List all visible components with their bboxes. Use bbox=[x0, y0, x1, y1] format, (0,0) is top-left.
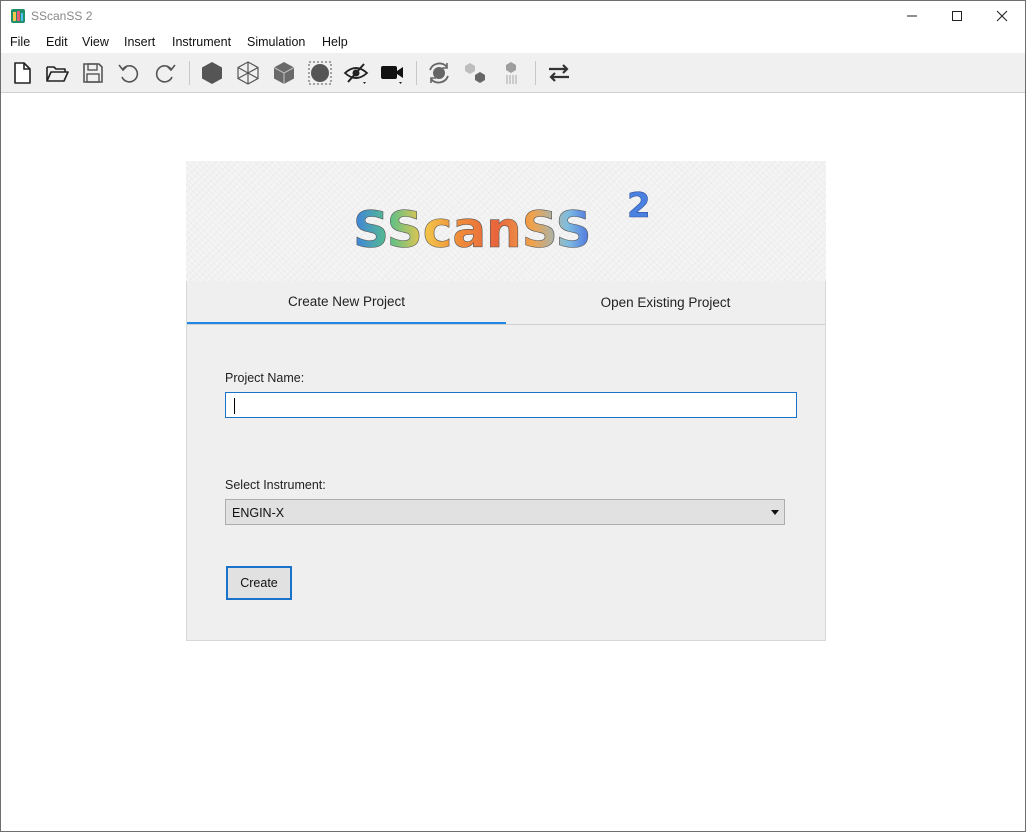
swap-button[interactable] bbox=[545, 59, 573, 87]
toolbar-separator bbox=[416, 61, 417, 85]
menu-instrument[interactable]: Instrument bbox=[172, 35, 231, 49]
save-icon bbox=[83, 63, 103, 83]
instrument-selected-value: ENGIN-X bbox=[232, 506, 285, 520]
chevron-down-icon bbox=[771, 510, 779, 515]
wireframe-render-icon bbox=[237, 61, 259, 85]
boundary-icon bbox=[308, 61, 332, 85]
transparent-render-button[interactable] bbox=[270, 59, 298, 87]
sscanss-logo: SScanSS 2 bbox=[353, 186, 651, 259]
menu-view[interactable]: View bbox=[82, 35, 109, 49]
maximize-button[interactable] bbox=[934, 1, 980, 31]
close-button[interactable] bbox=[979, 1, 1025, 31]
svg-text:2: 2 bbox=[627, 186, 651, 226]
camera-icon bbox=[381, 66, 403, 84]
save-project-button[interactable] bbox=[79, 59, 107, 87]
camera-button[interactable] bbox=[378, 59, 406, 87]
text-cursor bbox=[234, 398, 235, 414]
undo-icon bbox=[118, 64, 139, 83]
menu-insert[interactable]: Insert bbox=[124, 35, 155, 49]
create-button[interactable]: Create bbox=[226, 566, 292, 600]
align-points-button[interactable] bbox=[461, 59, 489, 87]
project-tabs: Create New Project Open Existing Project bbox=[186, 281, 826, 325]
instrument-select[interactable]: ENGIN-X bbox=[225, 499, 785, 525]
minimize-button[interactable] bbox=[889, 1, 935, 31]
bounding-box-button[interactable] bbox=[306, 59, 334, 87]
open-project-button[interactable] bbox=[43, 59, 71, 87]
close-icon bbox=[996, 10, 1008, 22]
undo-button[interactable] bbox=[115, 59, 143, 87]
transparent-render-icon bbox=[273, 62, 295, 84]
main-window: SScanSS 2 File Edit View Insert Instrume… bbox=[0, 0, 1026, 832]
toggle-visibility-button[interactable] bbox=[342, 59, 370, 87]
solid-render-icon bbox=[202, 62, 222, 84]
menu-help[interactable]: Help bbox=[322, 35, 348, 49]
vectors-icon bbox=[506, 62, 517, 84]
toolbar-separator bbox=[535, 61, 536, 85]
select-instrument-label: Select Instrument: bbox=[225, 478, 326, 492]
toolbar-separator bbox=[189, 61, 190, 85]
tab-open-existing-project[interactable]: Open Existing Project bbox=[506, 281, 825, 324]
menu-bar: File Edit View Insert Instrument Simulat… bbox=[1, 32, 1025, 53]
new-file-icon bbox=[14, 62, 31, 84]
vectors-button[interactable] bbox=[497, 59, 525, 87]
rotate-sample-icon bbox=[429, 62, 449, 84]
menu-file[interactable]: File bbox=[10, 35, 30, 49]
toolbar bbox=[1, 53, 1025, 93]
menu-simulation[interactable]: Simulation bbox=[247, 35, 305, 49]
maximize-icon bbox=[952, 11, 962, 21]
welcome-banner: SScanSS 2 bbox=[186, 161, 826, 281]
tab-create-new-project[interactable]: Create New Project bbox=[187, 281, 506, 324]
visibility-icon bbox=[343, 63, 369, 84]
redo-icon bbox=[155, 64, 176, 83]
rotate-sample-button[interactable] bbox=[425, 59, 453, 87]
redo-button[interactable] bbox=[151, 59, 179, 87]
window-title: SScanSS 2 bbox=[31, 9, 93, 23]
open-folder-icon bbox=[46, 66, 69, 82]
app-icon bbox=[11, 9, 25, 23]
minimize-icon bbox=[907, 15, 917, 17]
solid-render-button[interactable] bbox=[198, 59, 226, 87]
title-bar: SScanSS 2 bbox=[1, 1, 1025, 31]
swap-icon bbox=[549, 64, 569, 82]
create-project-panel: Project Name: Select Instrument: ENGIN-X… bbox=[186, 325, 826, 641]
menu-edit[interactable]: Edit bbox=[46, 35, 68, 49]
svg-text:SScanSS: SScanSS bbox=[353, 201, 592, 259]
align-points-icon bbox=[465, 63, 485, 83]
new-project-button[interactable] bbox=[8, 59, 36, 87]
wireframe-render-button[interactable] bbox=[234, 59, 262, 87]
project-name-label: Project Name: bbox=[225, 371, 305, 385]
project-name-input[interactable] bbox=[225, 392, 797, 418]
